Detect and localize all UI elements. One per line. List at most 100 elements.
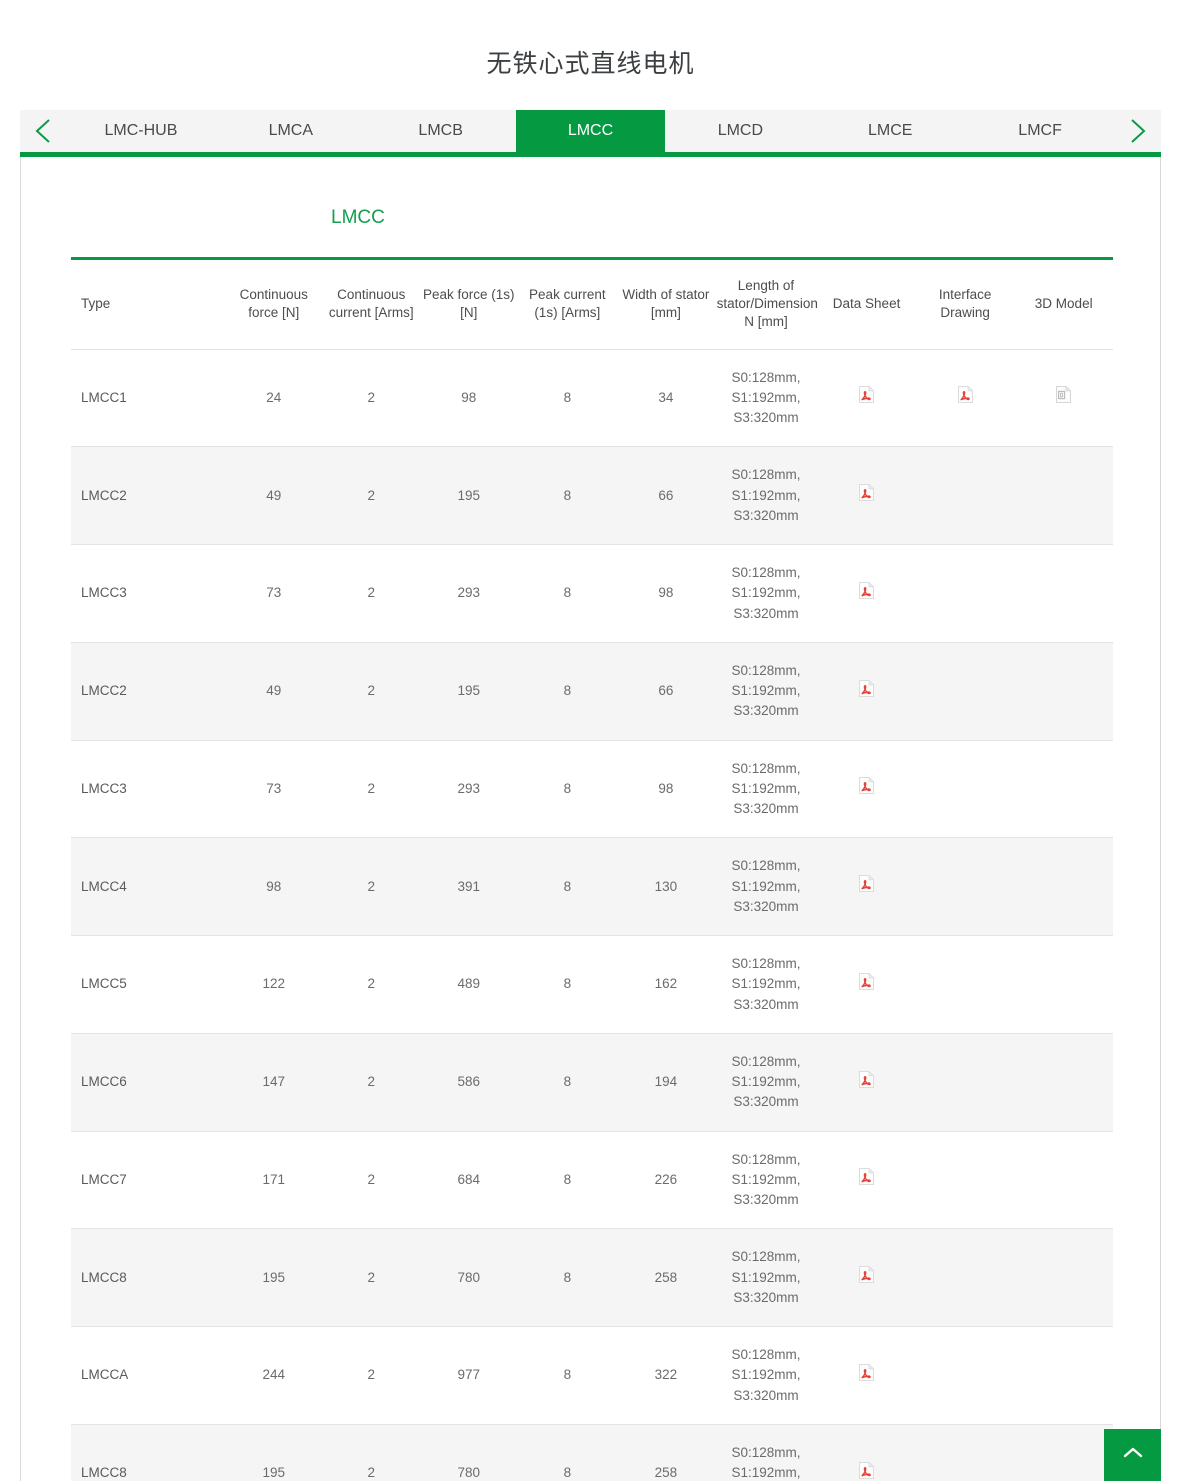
- page-title: 无铁心式直线电机: [0, 0, 1181, 110]
- stator-length-line: S0:128mm,: [717, 759, 816, 779]
- pdf-icon[interactable]: [858, 483, 875, 508]
- column-header-continuous-force: Continuous force [N]: [225, 259, 323, 350]
- column-header-interface-drawing: Interface Drawing: [916, 259, 1015, 350]
- pdf-icon[interactable]: [858, 776, 875, 801]
- cell-width-of-stator: 66: [617, 642, 715, 740]
- cell-continuous-force: 49: [225, 447, 323, 545]
- cell-length-of-stator: S0:128mm,S1:192mm,S3:320mm: [715, 936, 818, 1034]
- cell-interface-drawing: [916, 1327, 1015, 1425]
- cell-data-sheet[interactable]: [817, 642, 916, 740]
- cell-interface-drawing: [916, 447, 1015, 545]
- cell-data-sheet[interactable]: [817, 1327, 916, 1425]
- cell-length-of-stator: S0:128mm,S1:192mm,S3:320mm: [715, 1033, 818, 1131]
- cell-data-sheet[interactable]: [817, 936, 916, 1034]
- stator-length-line: S1:192mm,: [717, 877, 816, 897]
- stator-length-line: S1:192mm,: [717, 1463, 816, 1481]
- pdf-icon[interactable]: [858, 972, 875, 997]
- cell-peak-force: 391: [420, 838, 518, 936]
- tab-lmcb[interactable]: LMCB: [366, 110, 516, 152]
- table-header-row: Type Continuous force [N] Continuous cur…: [71, 259, 1113, 350]
- stator-length-line: S3:320mm: [717, 506, 816, 526]
- table-header: Type Continuous force [N] Continuous cur…: [71, 259, 1113, 350]
- cell-length-of-stator: S0:128mm,S1:192mm,S3:320mm: [715, 1131, 818, 1229]
- tab-lmce[interactable]: LMCE: [815, 110, 965, 152]
- pdf-icon[interactable]: [858, 679, 875, 704]
- cell-continuous-force: 73: [225, 545, 323, 643]
- cell-peak-force: 489: [420, 936, 518, 1034]
- cell-length-of-stator: S0:128mm,S1:192mm,S3:320mm: [715, 740, 818, 838]
- cell-peak-current: 8: [518, 642, 618, 740]
- tabs-prev-arrow-button[interactable]: [20, 110, 66, 152]
- stator-length-line: S0:128mm,: [717, 1150, 816, 1170]
- pdf-icon[interactable]: [957, 385, 974, 410]
- cell-data-sheet[interactable]: [817, 838, 916, 936]
- stator-length-line: S0:128mm,: [717, 1052, 816, 1072]
- cell-width-of-stator: 98: [617, 545, 715, 643]
- cell-continuous-force: 24: [225, 349, 323, 447]
- table-row: LMCC2492195866S0:128mm,S1:192mm,S3:320mm: [71, 447, 1113, 545]
- table-row: LMCC819527808258S0:128mm,S1:192mm,S3:320…: [71, 1229, 1113, 1327]
- stator-length-line: S1:192mm,: [717, 486, 816, 506]
- tab-lmcc[interactable]: LMCC: [516, 110, 666, 152]
- cell-data-sheet[interactable]: [817, 740, 916, 838]
- column-header-continuous-current: Continuous current [Arms]: [323, 259, 421, 350]
- pdf-icon[interactable]: [858, 1167, 875, 1192]
- tab-lmcf[interactable]: LMCF: [965, 110, 1115, 152]
- cell-type: LMCCA: [71, 1327, 225, 1425]
- cell-peak-force: 195: [420, 447, 518, 545]
- cell-3d-model: [1014, 1229, 1113, 1327]
- pdf-icon[interactable]: [858, 581, 875, 606]
- cell-interface-drawing: [916, 1229, 1015, 1327]
- stator-length-line: S3:320mm: [717, 1092, 816, 1112]
- pdf-icon[interactable]: [858, 385, 875, 410]
- cell-data-sheet[interactable]: [817, 349, 916, 447]
- cell-width-of-stator: 258: [617, 1229, 715, 1327]
- pdf-icon[interactable]: [858, 874, 875, 899]
- cell-type: LMCC1: [71, 349, 225, 447]
- document-icon[interactable]: [1055, 385, 1072, 410]
- cell-data-sheet[interactable]: [817, 447, 916, 545]
- cell-data-sheet[interactable]: [817, 1229, 916, 1327]
- tab-lmc-hub[interactable]: LMC-HUB: [66, 110, 216, 152]
- cell-length-of-stator: S0:128mm,S1:192mm,S3:320mm: [715, 642, 818, 740]
- cell-interface-drawing[interactable]: [916, 349, 1015, 447]
- tab-lmcd[interactable]: LMCD: [665, 110, 815, 152]
- cell-data-sheet[interactable]: [817, 1131, 916, 1229]
- stator-length-line: S0:128mm,: [717, 368, 816, 388]
- table-row: LMCC717126848226S0:128mm,S1:192mm,S3:320…: [71, 1131, 1113, 1229]
- tabs-next-arrow-button[interactable]: [1115, 110, 1161, 152]
- tab-label: LMCA: [269, 122, 313, 140]
- cell-data-sheet[interactable]: [817, 545, 916, 643]
- table-row: LMCC124298834S0:128mm,S1:192mm,S3:320mm: [71, 349, 1113, 447]
- cell-type: LMCC8: [71, 1229, 225, 1327]
- back-to-top-button[interactable]: [1104, 1429, 1161, 1481]
- pdf-icon[interactable]: [858, 1461, 875, 1481]
- cell-peak-current: 8: [518, 838, 618, 936]
- pdf-icon[interactable]: [858, 1363, 875, 1388]
- cell-3d-model: [1014, 545, 1113, 643]
- table-row: LMCC3732293898S0:128mm,S1:192mm,S3:320mm: [71, 545, 1113, 643]
- tab-lmca[interactable]: LMCA: [216, 110, 366, 152]
- cell-3d-model[interactable]: [1014, 349, 1113, 447]
- cell-peak-force: 293: [420, 740, 518, 838]
- cell-3d-model: [1014, 1327, 1113, 1425]
- cell-data-sheet[interactable]: [817, 1033, 916, 1131]
- cell-peak-current: 8: [518, 740, 618, 838]
- stator-length-line: S0:128mm,: [717, 661, 816, 681]
- cell-peak-current: 8: [518, 545, 618, 643]
- cell-peak-current: 8: [518, 349, 618, 447]
- cell-interface-drawing: [916, 545, 1015, 643]
- cell-width-of-stator: 130: [617, 838, 715, 936]
- pdf-icon[interactable]: [858, 1070, 875, 1095]
- cell-continuous-current: 2: [323, 1327, 421, 1425]
- pdf-icon[interactable]: [858, 1265, 875, 1290]
- cell-data-sheet[interactable]: [817, 1424, 916, 1481]
- content-panel-inner: LMCC Type Continuous force [N] Continuou…: [21, 157, 1160, 1481]
- column-header-width-of-stator: Width of stator [mm]: [617, 259, 715, 350]
- cell-continuous-force: 244: [225, 1327, 323, 1425]
- cell-continuous-force: 195: [225, 1424, 323, 1481]
- cell-width-of-stator: 194: [617, 1033, 715, 1131]
- cell-continuous-force: 171: [225, 1131, 323, 1229]
- stator-length-line: S3:320mm: [717, 604, 816, 624]
- chevron-up-icon: [1121, 1445, 1145, 1466]
